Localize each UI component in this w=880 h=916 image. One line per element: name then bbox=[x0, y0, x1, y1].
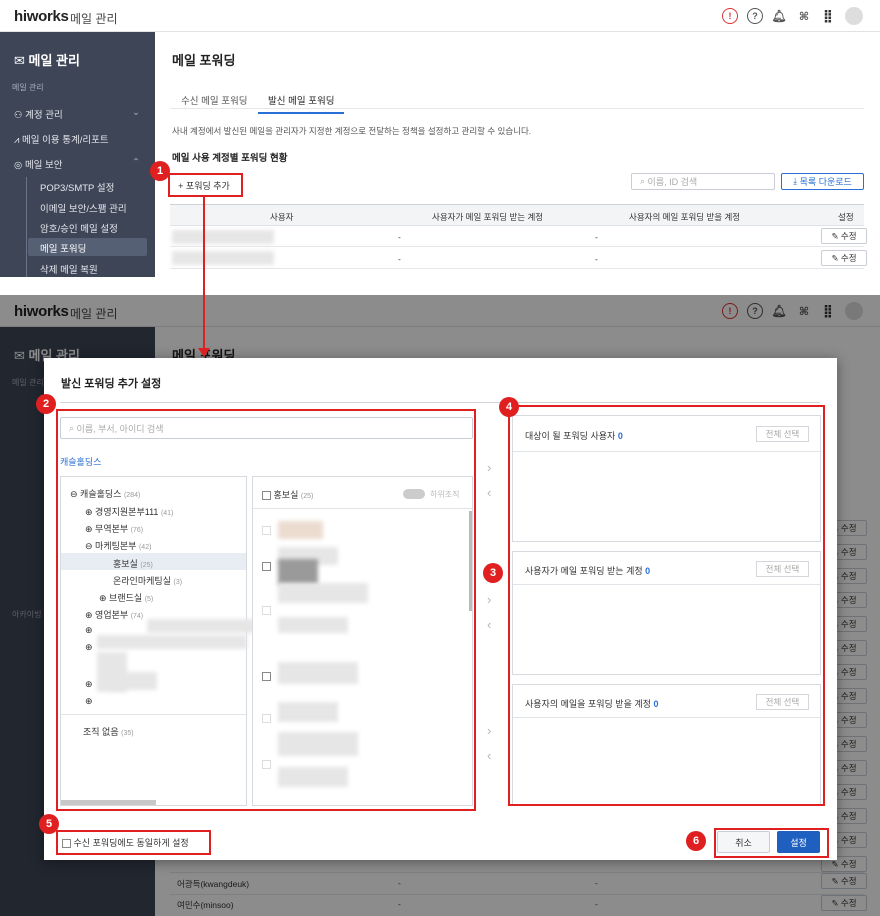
redacted-user bbox=[172, 230, 274, 244]
screen-gap bbox=[0, 277, 880, 295]
step-marker-6: 6 bbox=[686, 831, 706, 851]
bell-icon[interactable]: 🔔︎ bbox=[771, 8, 787, 24]
chevron-right-icon[interactable]: › bbox=[487, 723, 491, 738]
edit-button[interactable]: ✎ 수정 bbox=[821, 250, 867, 266]
org-chart-icon[interactable]: ⌘ bbox=[796, 8, 812, 24]
tab-outbound-forwarding[interactable]: 발신 메일 포워딩 bbox=[258, 93, 345, 114]
modal-title: 발신 포워딩 추가 설정 bbox=[61, 378, 162, 390]
chevron-left-icon[interactable]: ‹ bbox=[487, 617, 491, 632]
table-header: 사용자 사용자가 메일 포워딩 받는 계정 사용자의 메일 포워딩 받을 계정 … bbox=[170, 204, 864, 226]
row-divider bbox=[170, 246, 864, 247]
page-title: 메일 포워딩 bbox=[172, 53, 236, 68]
table-cell: - bbox=[398, 254, 401, 264]
redacted-user bbox=[172, 251, 274, 265]
table-cell: - bbox=[595, 232, 598, 242]
row-divider bbox=[170, 268, 864, 269]
sidebar-subitem-encrypt[interactable]: 암호/승인 메일 설정 bbox=[40, 221, 118, 235]
top-header-bar: hiworks 메일 관리 ! ? 🔔︎ ⌘ ⣿ bbox=[0, 0, 880, 32]
table-cell: - bbox=[595, 254, 598, 264]
sidebar: ✉ 메일 관리 메일 관리 ⚇ 계정 관리 ⌄ ⩘ 메일 이용 통계/리포트 ◎ … bbox=[0, 32, 155, 277]
sidebar-title: ✉ 메일 관리 bbox=[14, 53, 80, 68]
alert-icon[interactable]: ! bbox=[722, 8, 738, 24]
sidebar-subitem-spam[interactable]: 이메일 보안/스팸 관리 bbox=[40, 201, 127, 215]
hiworks-logo[interactable]: hiworks bbox=[14, 8, 69, 25]
annotation-arrow-line bbox=[203, 196, 205, 350]
tab-divider bbox=[170, 108, 864, 109]
tab-inbound-forwarding[interactable]: 수신 메일 포워딩 bbox=[181, 93, 247, 107]
edit-button[interactable]: ✎ 수정 bbox=[821, 228, 867, 244]
annotation-box-5 bbox=[56, 830, 211, 855]
sidebar-section-label: 메일 관리 bbox=[12, 83, 44, 92]
page-description: 사내 계정에서 발신된 메일을 관리자가 지정한 계정으로 전달하는 정책을 설… bbox=[172, 126, 532, 136]
annotation-box-6 bbox=[714, 828, 829, 858]
step-marker-5: 5 bbox=[39, 814, 59, 834]
app-title: 메일 관리 bbox=[70, 12, 118, 26]
chevron-left-icon[interactable]: ‹ bbox=[487, 485, 491, 500]
step-marker-3: 3 bbox=[483, 563, 503, 583]
annotation-box-2 bbox=[56, 409, 476, 811]
download-button[interactable]: ⤓ 목록 다운로드 bbox=[781, 173, 864, 190]
annotation-arrow-head bbox=[198, 348, 210, 357]
modal-title-divider bbox=[60, 402, 820, 403]
sidebar-item-account[interactable]: ⚇ 계정 관리 ⌄ bbox=[14, 107, 140, 121]
sidebar-item-stats[interactable]: ⩘ 메일 이용 통계/리포트 bbox=[14, 132, 109, 146]
search-input[interactable]: ⌕ 이름, ID 검색 bbox=[631, 173, 775, 190]
annotation-box-4 bbox=[508, 405, 825, 806]
annotation-box-1 bbox=[168, 173, 243, 197]
help-icon[interactable]: ? bbox=[747, 8, 763, 24]
column-header-user: 사용자 bbox=[270, 212, 294, 222]
column-header-settings: 설정 bbox=[838, 212, 854, 222]
chevron-right-icon[interactable]: › bbox=[487, 460, 491, 475]
column-header-target: 사용자의 메일 포워딩 받을 계정 bbox=[629, 212, 741, 222]
sidebar-subitem-restore[interactable]: 삭제 메일 복원 bbox=[40, 262, 98, 276]
step-marker-2: 2 bbox=[36, 394, 56, 414]
sidebar-subitem-pop3[interactable]: POP3/SMTP 설정 bbox=[40, 180, 114, 194]
column-header-receives: 사용자가 메일 포워딩 받는 계정 bbox=[432, 212, 544, 222]
apps-grid-icon[interactable]: ⣿ bbox=[820, 8, 836, 24]
sidebar-tree-line bbox=[26, 177, 27, 277]
section-title: 메일 사용 계정별 포워딩 현황 bbox=[172, 153, 288, 164]
step-marker-1: 1 bbox=[150, 161, 170, 181]
chevron-right-icon[interactable]: › bbox=[487, 592, 491, 607]
sidebar-subitem-forwarding[interactable]: 메일 포워딩 bbox=[40, 241, 86, 255]
sidebar-item-security[interactable]: ◎ 메일 보안 ⌃ bbox=[14, 157, 140, 171]
step-marker-4: 4 bbox=[499, 397, 519, 417]
table-cell: - bbox=[398, 232, 401, 242]
avatar[interactable] bbox=[845, 7, 863, 25]
chevron-left-icon[interactable]: ‹ bbox=[487, 748, 491, 763]
